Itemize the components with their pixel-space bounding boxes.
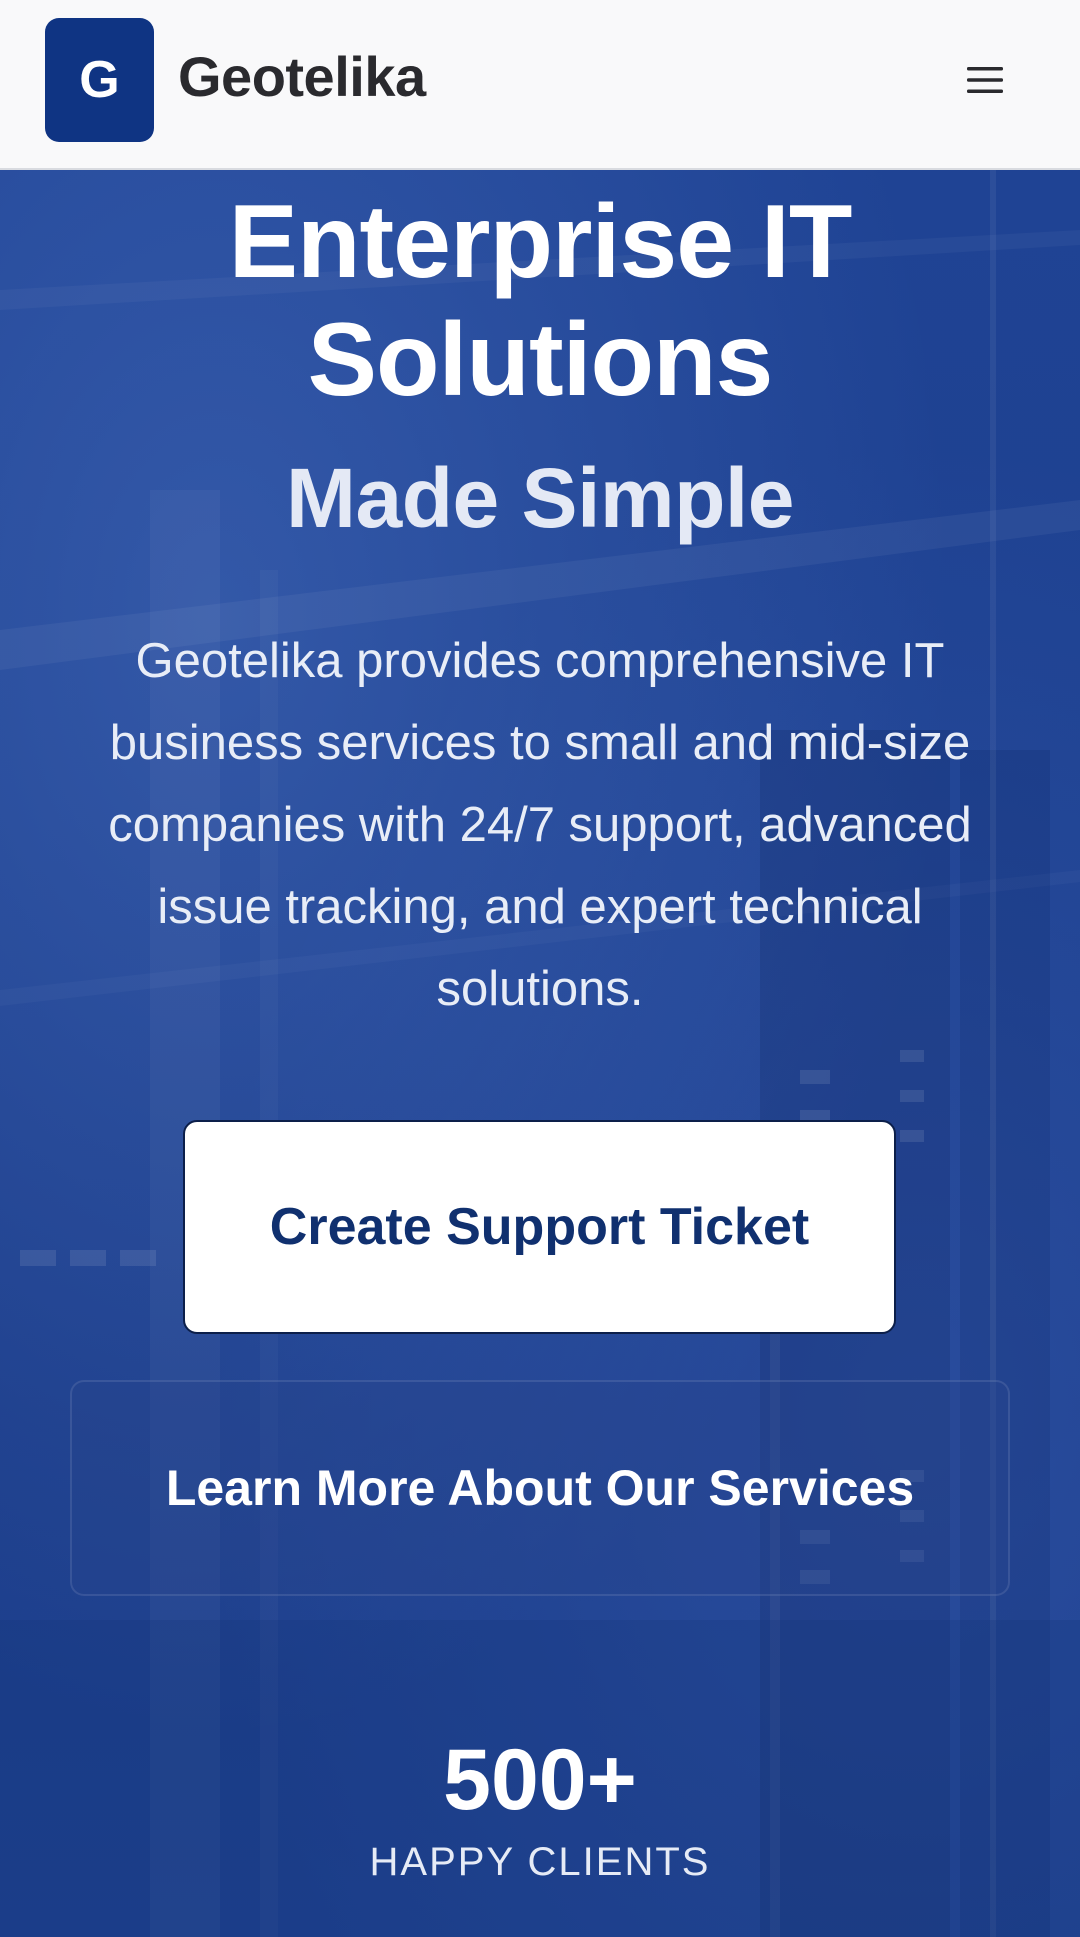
- hero-subtitle: Made Simple: [286, 451, 794, 545]
- stat-happy-clients-label: HAPPY CLIENTS: [369, 1840, 711, 1884]
- logo-letter: G: [79, 51, 120, 109]
- hero-title-line-2: Solutions: [307, 302, 774, 418]
- brand-name[interactable]: Geotelika: [178, 44, 426, 109]
- menu-button[interactable]: [950, 50, 1020, 110]
- site-header: G Geotelika: [0, 0, 1080, 170]
- create-support-ticket-button[interactable]: Create Support Ticket: [183, 1120, 896, 1334]
- hero-content: Enterprise IT Solutions Made Simple Geot…: [0, 170, 1080, 1937]
- create-support-ticket-label: Create Support Ticket: [269, 1198, 810, 1256]
- hero-section: Enterprise IT Solutions Made Simple Geot…: [0, 170, 1080, 1937]
- stat-happy-clients-value: 500+: [443, 1732, 637, 1828]
- hamburger-menu-icon: [967, 67, 1003, 93]
- learn-more-services-button[interactable]: Learn More About Our Services: [70, 1380, 1010, 1596]
- hero-description: Geotelika provides comprehensive IT busi…: [108, 634, 972, 1016]
- hero-title-line-1: Enterprise IT: [228, 184, 853, 300]
- learn-more-services-label: Learn More About Our Services: [165, 1460, 915, 1516]
- logo-badge[interactable]: G: [45, 18, 154, 142]
